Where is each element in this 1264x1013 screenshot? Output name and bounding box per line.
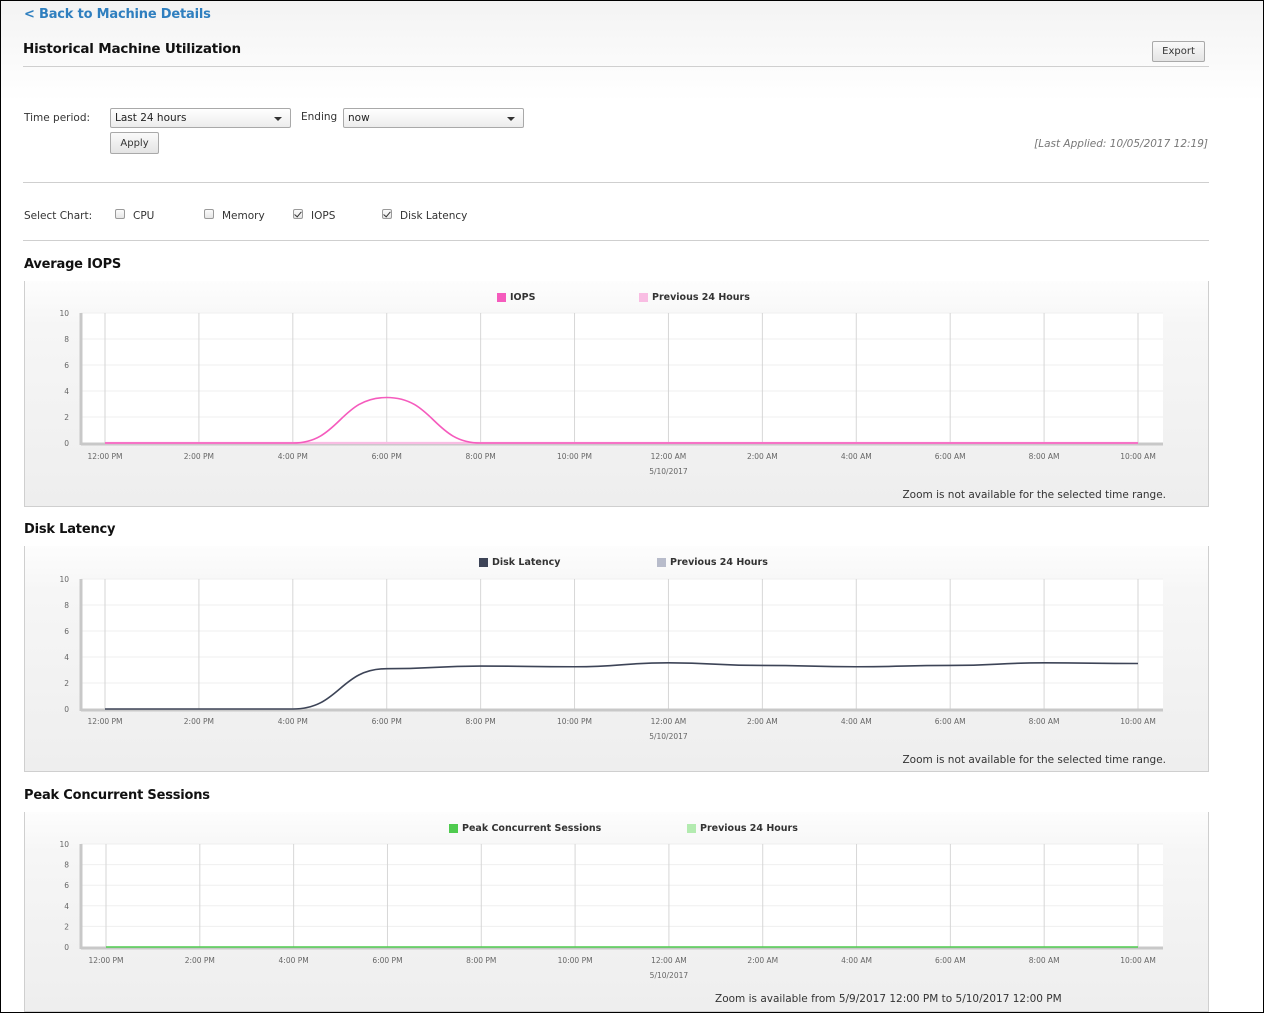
- export-button[interactable]: Export: [1152, 41, 1205, 62]
- x-tick-label: 6:00 AM: [935, 452, 966, 461]
- y-tick-label: 4: [64, 653, 69, 662]
- select-chart-divider: [23, 240, 1209, 241]
- x-tick-label: 12:00 PM: [89, 956, 124, 965]
- y-tick-label: 2: [64, 922, 69, 931]
- x-date-label: 5/10/2017: [650, 971, 689, 980]
- x-tick-label: 2:00 PM: [184, 452, 214, 461]
- chevron-down-icon: [274, 117, 282, 121]
- ending-label: Ending: [301, 111, 338, 123]
- average-iops-title: Average IOPS: [24, 257, 122, 272]
- y-tick-label: 0: [64, 943, 69, 952]
- back-to-machine-details-link[interactable]: < Back to Machine Details: [24, 7, 211, 22]
- ending-value: now: [348, 112, 370, 124]
- x-tick-label: 2:00 AM: [747, 717, 778, 726]
- apply-button[interactable]: Apply: [110, 132, 159, 154]
- x-tick-label: 6:00 PM: [372, 717, 402, 726]
- x-tick-label: 8:00 PM: [466, 717, 496, 726]
- y-tick-label: 8: [64, 601, 69, 610]
- x-tick-label: 4:00 AM: [841, 717, 872, 726]
- x-tick-label: 8:00 PM: [466, 956, 496, 965]
- y-tick-label: 6: [64, 627, 69, 636]
- iops-label[interactable]: IOPS: [311, 210, 335, 222]
- y-tick-label: 10: [59, 575, 69, 584]
- y-tick-label: 10: [59, 309, 69, 318]
- x-date-label: 5/10/2017: [649, 732, 688, 741]
- x-tick-label: 12:00 PM: [88, 452, 123, 461]
- x-tick-label: 6:00 AM: [935, 717, 966, 726]
- memory-label[interactable]: Memory: [222, 210, 265, 222]
- x-tick-label: 12:00 AM: [651, 452, 687, 461]
- iops-plot[interactable]: 0 2 4 6 8 10 12:00 PM 2:00 PM 4:00 PM 6:00 PM 8:00…: [25, 281, 1210, 507]
- zoom-note: Zoom is not available for the selected t…: [902, 754, 1166, 766]
- disk-latency-checkbox[interactable]: [382, 209, 392, 219]
- y-tick-label: 8: [64, 335, 69, 344]
- x-tick-label: 2:00 PM: [184, 717, 214, 726]
- x-tick-label: 8:00 AM: [1029, 956, 1060, 965]
- x-tick-label: 10:00 AM: [1120, 452, 1156, 461]
- y-tick-label: 6: [64, 361, 69, 370]
- ending-select[interactable]: now: [343, 108, 524, 128]
- x-tick-label: 10:00 PM: [558, 956, 593, 965]
- time-period-label: Time period:: [24, 112, 91, 124]
- x-tick-label: 8:00 PM: [466, 452, 496, 461]
- last-applied-timestamp: [Last Applied: 10/05/2017 12:19]: [1034, 138, 1208, 150]
- plot-area: [81, 313, 1163, 443]
- cpu-label[interactable]: CPU: [133, 210, 154, 222]
- x-tick-label: 4:00 PM: [278, 717, 308, 726]
- zoom-note: Zoom is available from 5/9/2017 12:00 PM…: [715, 993, 1062, 1005]
- page-title: Historical Machine Utilization: [23, 41, 241, 57]
- zoom-note: Zoom is not available for the selected t…: [902, 489, 1166, 501]
- y-tick-label: 10: [59, 840, 69, 849]
- x-tick-label: 8:00 AM: [1029, 452, 1060, 461]
- disk-latency-title: Disk Latency: [24, 522, 116, 537]
- average-iops-chart[interactable]: IOPS Previous 24 Hours 0 2 4 6 8 10 12:00 PM 2:…: [24, 281, 1209, 507]
- x-tick-label: 10:00 PM: [557, 452, 592, 461]
- filters-divider: [23, 182, 1209, 183]
- y-tick-label: 4: [64, 902, 69, 911]
- x-tick-label: 10:00 PM: [557, 717, 592, 726]
- disk-latency-label[interactable]: Disk Latency: [400, 210, 467, 222]
- time-period-value: Last 24 hours: [115, 112, 187, 124]
- memory-checkbox[interactable]: [204, 209, 214, 219]
- y-tick-label: 4: [64, 387, 69, 396]
- y-tick-label: 0: [64, 439, 69, 448]
- x-tick-label: 8:00 AM: [1029, 717, 1060, 726]
- time-period-select[interactable]: Last 24 hours: [110, 108, 291, 128]
- y-tick-label: 6: [64, 881, 69, 890]
- header-divider: [23, 66, 1209, 67]
- disk-latency-plot[interactable]: 0 2 4 6 8 10 12:00 PM 2:00 PM 4:00 PM 6:00 PM 8:00…: [25, 546, 1210, 772]
- x-tick-label: 6:00 PM: [372, 956, 402, 965]
- peak-concurrent-sessions-plot[interactable]: 0 2 4 6 8 10 12:00 PM 2:00 PM 4:00 PM 6:00 PM 8:00…: [25, 812, 1210, 1012]
- x-tick-label: 4:00 PM: [278, 452, 308, 461]
- x-tick-label: 4:00 PM: [279, 956, 309, 965]
- select-chart-label: Select Chart:: [24, 210, 93, 222]
- peak-concurrent-sessions-title: Peak Concurrent Sessions: [24, 788, 210, 803]
- x-tick-label: 4:00 AM: [841, 452, 872, 461]
- x-tick-label: 12:00 AM: [651, 717, 687, 726]
- x-tick-label: 10:00 AM: [1120, 717, 1156, 726]
- x-tick-label: 4:00 AM: [841, 956, 872, 965]
- x-tick-label: 2:00 AM: [747, 452, 778, 461]
- x-tick-label: 2:00 PM: [185, 956, 215, 965]
- y-tick-label: 8: [64, 861, 69, 870]
- cpu-checkbox[interactable]: [115, 209, 125, 219]
- x-tick-label: 12:00 AM: [651, 956, 687, 965]
- plot-area: [81, 579, 1163, 709]
- peak-concurrent-sessions-chart[interactable]: Peak Concurrent Sessions Previous 24 Hou…: [24, 812, 1209, 1012]
- chevron-down-icon: [507, 117, 515, 121]
- y-tick-label: 2: [64, 679, 69, 688]
- plot-area: [81, 844, 1163, 947]
- x-date-label: 5/10/2017: [649, 467, 688, 476]
- x-tick-label: 6:00 AM: [935, 956, 966, 965]
- x-tick-label: 6:00 PM: [372, 452, 402, 461]
- y-tick-label: 0: [64, 705, 69, 714]
- x-tick-label: 2:00 AM: [747, 956, 778, 965]
- disk-latency-chart[interactable]: Disk Latency Previous 24 Hours 0 2 4 6 8 10 12…: [24, 546, 1209, 772]
- iops-checkbox[interactable]: [293, 209, 303, 219]
- x-tick-label: 10:00 AM: [1120, 956, 1156, 965]
- x-tick-label: 12:00 PM: [88, 717, 123, 726]
- y-tick-label: 2: [64, 413, 69, 422]
